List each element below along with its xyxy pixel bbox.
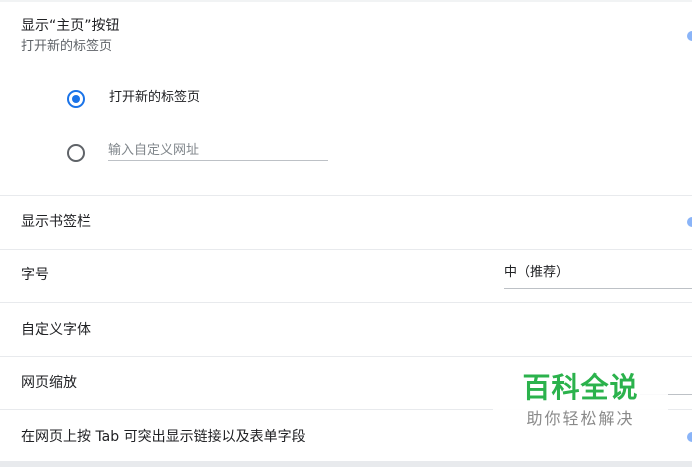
font-size-label: 字号 [21, 267, 49, 283]
divider [0, 302, 692, 303]
home-button-title: 显示“主页”按钮 [21, 18, 120, 34]
font-size-select-value: 中（推荐） [504, 265, 570, 280]
watermark-title: 百科全说 [522, 371, 639, 404]
watermark-subtitle: 助你轻松解决 [526, 409, 635, 428]
divider [0, 356, 692, 357]
top-divider [0, 0, 692, 2]
font-size-select[interactable]: 中（推荐） [504, 262, 692, 289]
bookmarks-bar-label: 显示书签栏 [21, 214, 91, 230]
custom-fonts-label[interactable]: 自定义字体 [21, 320, 91, 340]
tab-highlight-toggle[interactable] [687, 432, 692, 442]
radio-new-tab[interactable] [67, 90, 85, 108]
settings-appearance-panel: 显示“主页”按钮 打开新的标签页 打开新的标签页 显示书签栏 字号 中（推荐） … [0, 0, 692, 467]
tab-highlight-label: 在网页上按 Tab 可突出显示链接以及表单字段 [21, 429, 306, 445]
home-button-subtitle: 打开新的标签页 [21, 39, 113, 54]
home-button-toggle[interactable] [687, 31, 692, 41]
page-zoom-label: 网页缩放 [21, 375, 77, 391]
radio-custom-url[interactable] [67, 144, 85, 162]
divider [0, 249, 692, 250]
radio-new-tab-label: 打开新的标签页 [109, 90, 201, 105]
divider [0, 195, 692, 196]
custom-url-input[interactable] [108, 140, 328, 161]
watermark: 百科全说 助你轻松解决 [493, 368, 668, 440]
bottom-edge [0, 461, 692, 467]
bookmarks-bar-toggle[interactable] [687, 217, 692, 227]
